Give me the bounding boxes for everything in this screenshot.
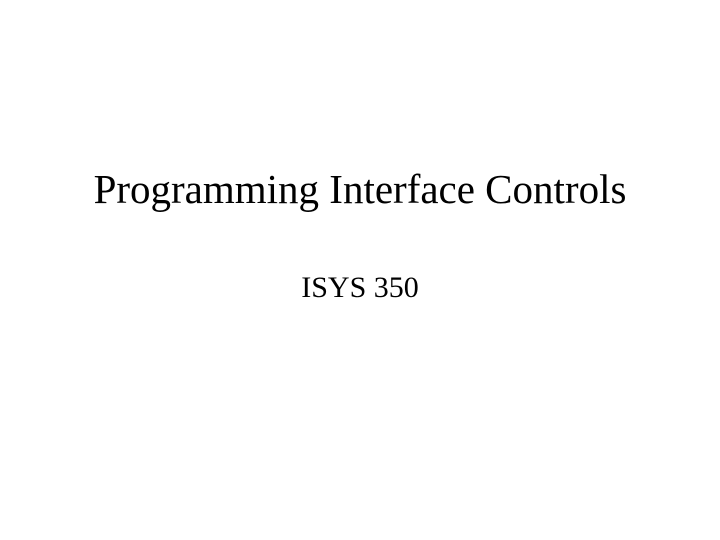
slide-title: Programming Interface Controls [94,165,627,213]
slide-subtitle: ISYS 350 [301,271,419,305]
